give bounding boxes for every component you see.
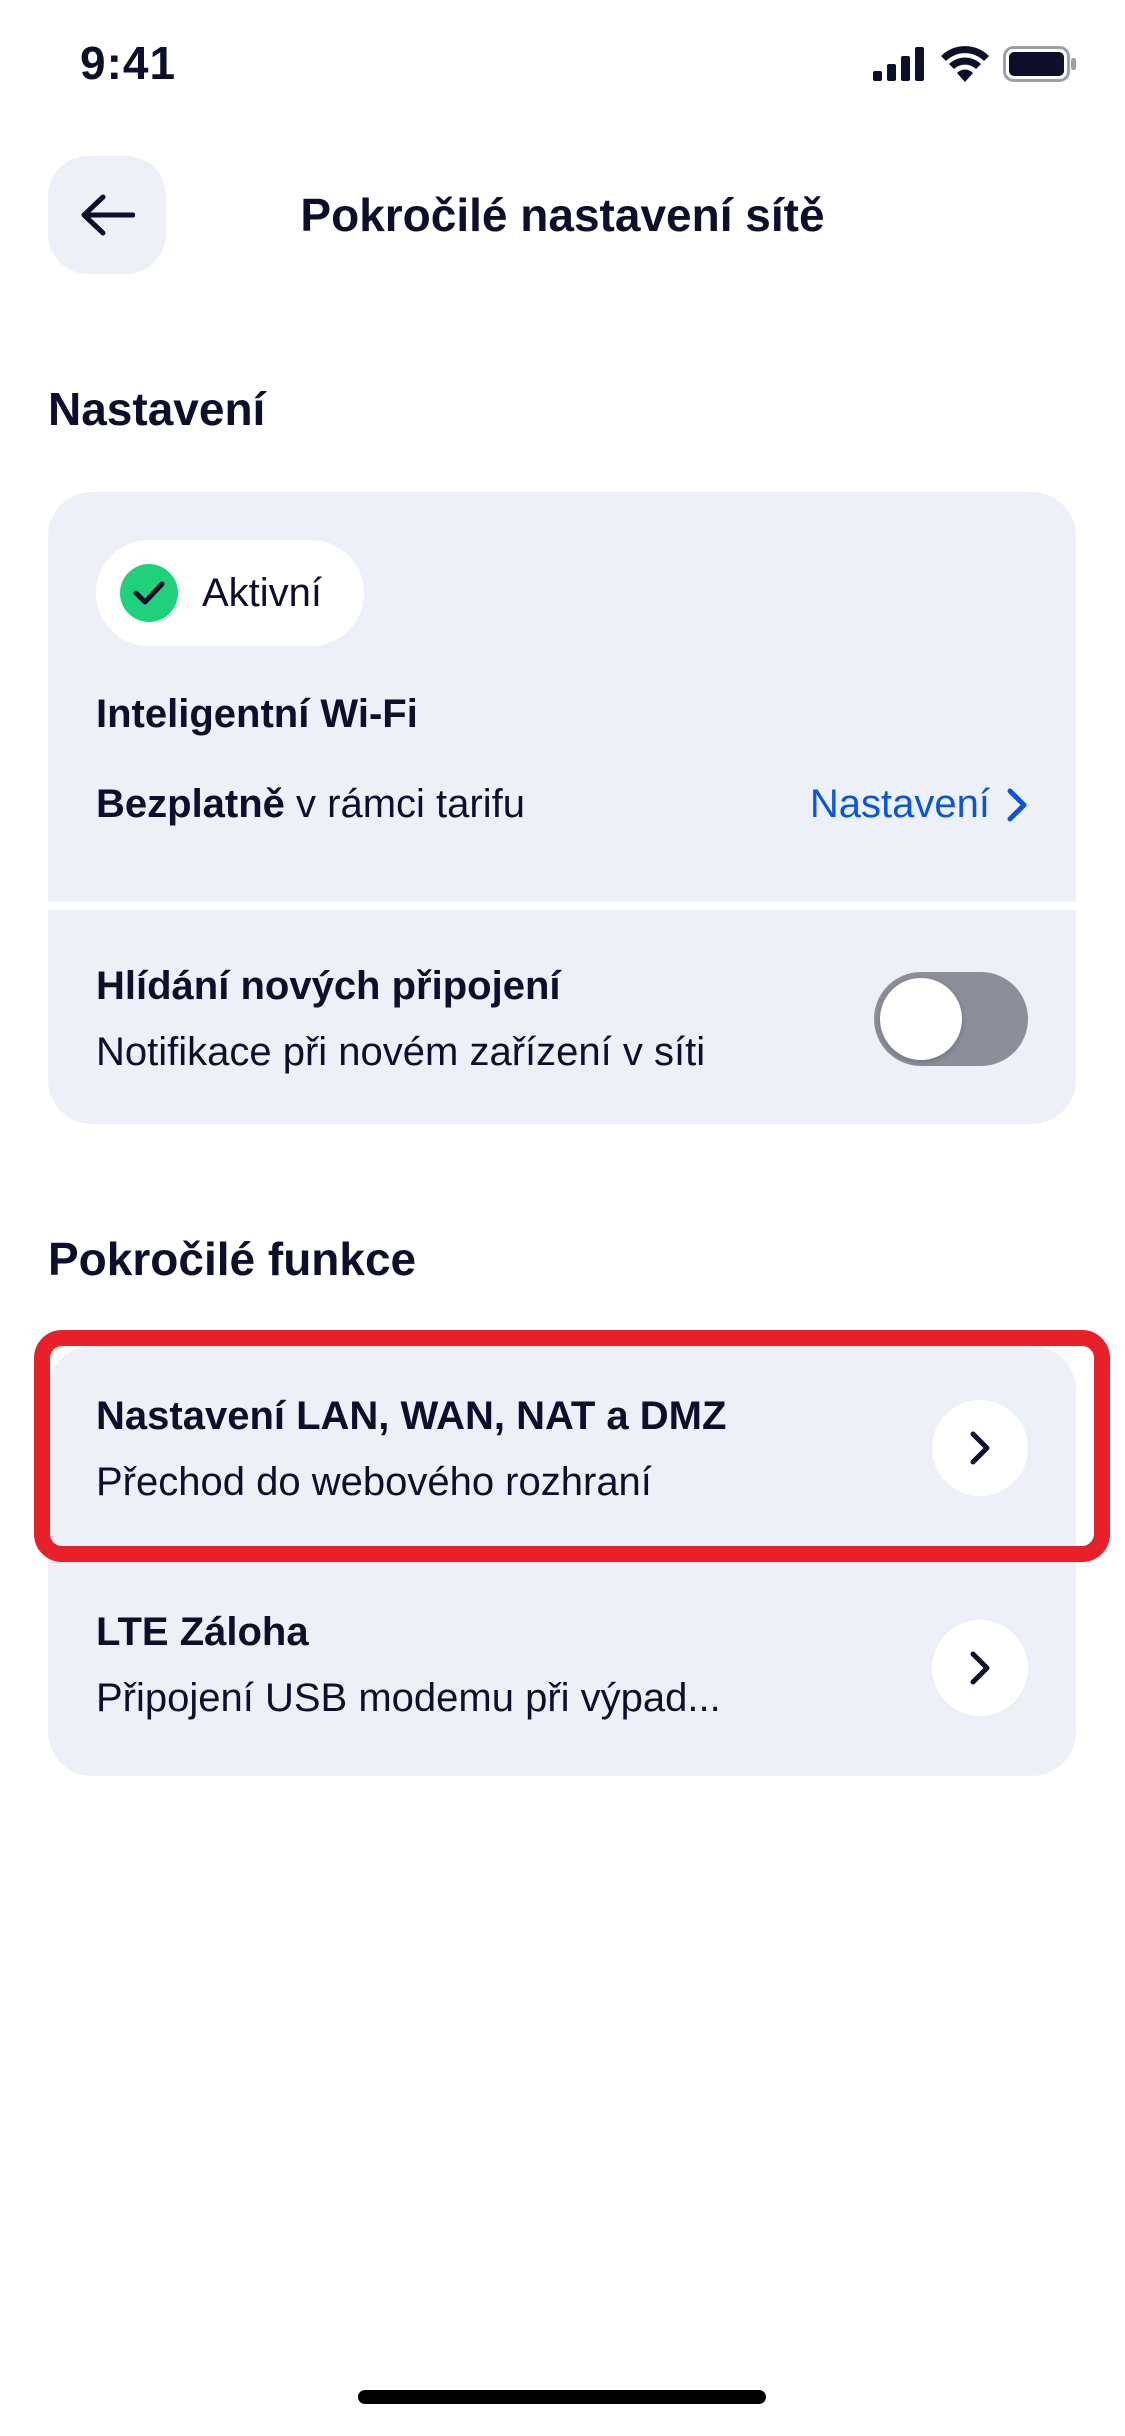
lte-backup-open-button[interactable] (932, 1620, 1028, 1716)
battery-icon (1003, 46, 1076, 82)
list-item-subtitle: Připojení USB modemu při výpad... (96, 1676, 721, 1720)
list-item-lte-backup[interactable]: LTE Záloha Připojení USB modemu při výpa… (48, 1560, 1076, 1776)
chevron-right-icon (1007, 788, 1027, 821)
page-title: Pokročilé nastavení sítě (300, 189, 825, 241)
wifi-title: Inteligentní Wi-Fi (96, 692, 418, 736)
toggle-knob (880, 978, 962, 1060)
advanced-heading: Pokročilé funkce (48, 1233, 417, 1285)
price-rest: v rámci tarifu (284, 782, 525, 826)
wifi-settings-link-label: Nastavení (809, 782, 990, 826)
wifi-settings-link[interactable]: Nastavení (810, 782, 1028, 827)
signal-icon (873, 47, 924, 81)
monitor-title: Hlídání nových připojení (96, 964, 561, 1008)
chevron-right-icon (970, 1651, 990, 1685)
checkmark-icon (120, 564, 178, 622)
status-icons (873, 46, 1077, 82)
status-badge-label: Aktivní (202, 570, 323, 615)
price-bold: Bezplatně (96, 782, 285, 826)
status-time: 9:41 (80, 37, 177, 89)
home-indicator (358, 2390, 766, 2404)
wifi-icon (941, 46, 989, 82)
settings-card: Aktivní Inteligentní Wi-Fi Bezplatně v r… (48, 492, 1076, 1124)
status-badge: Aktivní (96, 540, 365, 646)
status-bar: 9:41 (0, 0, 1125, 130)
settings-heading: Nastavení (48, 383, 266, 435)
list-item-title: LTE Záloha (96, 1610, 309, 1654)
price-line: Bezplatně v rámci tarifu (96, 782, 525, 827)
divider (48, 902, 1076, 910)
highlight-frame (34, 1330, 1110, 1562)
monitor-subtitle: Notifikace při novém zařízení v síti (96, 1030, 706, 1074)
monitor-toggle[interactable] (874, 972, 1028, 1066)
